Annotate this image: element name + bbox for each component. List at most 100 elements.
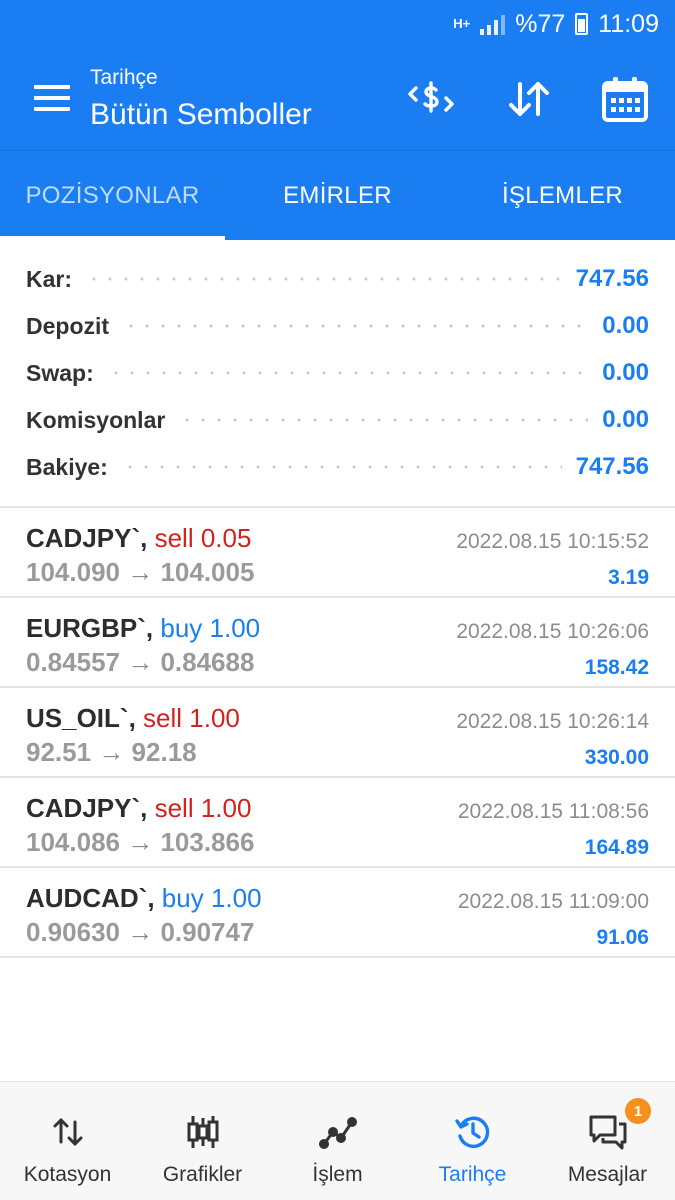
deal-prices: 0.84557 → 0.84688 — [26, 647, 254, 678]
nav-trade[interactable]: İşlem — [270, 1082, 405, 1200]
summary-label: Swap: — [26, 359, 94, 386]
open-price: 104.090 — [26, 557, 120, 587]
deal-type: sell — [154, 793, 194, 823]
history-icon — [453, 1112, 493, 1152]
sort-icon[interactable] — [504, 74, 554, 124]
deal-type: sell — [143, 703, 183, 733]
summary-label: Depozit — [26, 312, 110, 339]
summary-value: 0.00 — [602, 406, 649, 433]
deal-symbol: CADJPY`, — [26, 793, 148, 823]
close-price: 104.005 — [160, 557, 255, 587]
summary-row-deposit: Depozit 0.00 — [26, 306, 649, 346]
nav-label: Tarihçe — [438, 1163, 507, 1186]
deal-volume: 1.00 — [200, 793, 252, 823]
header-title[interactable]: Bütün Semboller — [90, 98, 312, 132]
nav-label: Kotasyon — [23, 1163, 112, 1186]
deal-volume: 1.00 — [210, 883, 262, 913]
deal-symbol: US_OIL`, — [26, 703, 136, 733]
close-price: 0.84688 — [160, 647, 255, 677]
dotted-leader — [123, 324, 589, 328]
deal-symbol-line: CADJPY`, sell 0.05 — [26, 523, 251, 554]
open-price: 0.90630 — [26, 917, 120, 947]
battery-icon — [575, 13, 589, 35]
battery-level: %77 — [515, 9, 566, 38]
deal-row[interactable]: EURGBP`, buy 1.00 0.84557 → 0.84688 2022… — [0, 598, 675, 688]
deal-type: buy — [160, 613, 203, 643]
deal-profit: 330.00 — [584, 746, 649, 769]
deal-profit: 3.19 — [608, 566, 649, 589]
deal-volume: 1.00 — [209, 613, 261, 643]
deal-volume: 1.00 — [189, 703, 240, 733]
summary-row-swap: Swap: 0.00 — [26, 353, 649, 393]
calendar-icon[interactable] — [600, 74, 650, 124]
open-price: 0.84557 — [26, 647, 120, 677]
deal-profit: 158.42 — [584, 656, 649, 679]
deal-type: sell — [154, 523, 194, 553]
arrow-right-icon: → — [127, 647, 154, 677]
nav-label: Mesajlar — [567, 1163, 648, 1186]
nav-label: İşlem — [312, 1163, 363, 1186]
deal-symbol-line: EURGBP`, buy 1.00 — [26, 613, 260, 644]
summary-label: Komisyonlar — [26, 406, 166, 433]
arrow-right-icon: → — [98, 737, 125, 767]
nav-label: Grafikler — [162, 1163, 243, 1186]
status-bar: H+ %77 11:09 — [0, 0, 675, 48]
nav-history[interactable]: Tarihçe — [405, 1082, 540, 1200]
deal-time: 2022.08.15 10:15:52 — [456, 530, 649, 553]
summary-row-commission: Komisyonlar 0.00 — [26, 400, 649, 440]
deal-symbol-line: AUDCAD`, buy 1.00 — [26, 883, 262, 914]
deal-row[interactable]: CADJPY`, sell 0.05 104.090 → 104.005 202… — [0, 508, 675, 598]
close-price: 0.90747 — [160, 917, 255, 947]
currency-exchange-icon[interactable] — [406, 74, 456, 124]
tab-deals[interactable]: İŞLEMLER — [450, 151, 675, 240]
app-header: Tarihçe Bütün Semboller — [0, 48, 675, 150]
open-price: 104.086 — [26, 827, 120, 857]
summary-label: Kar: — [26, 265, 73, 292]
arrow-right-icon: → — [127, 557, 154, 587]
network-type: H+ — [453, 16, 471, 31]
unread-badge: 1 — [625, 1098, 651, 1124]
charts-icon — [183, 1112, 223, 1152]
tab-orders[interactable]: EMİRLER — [225, 151, 450, 240]
deal-row[interactable]: AUDCAD`, buy 1.00 0.90630 → 0.90747 2022… — [0, 868, 675, 958]
deal-prices: 0.90630 → 0.90747 — [26, 917, 254, 948]
nav-messages[interactable]: 1 Mesajlar — [540, 1082, 675, 1200]
messages-icon — [588, 1112, 628, 1152]
summary-value: 747.56 — [575, 453, 649, 480]
tab-bar: POZİSYONLAR EMİRLER İŞLEMLER — [0, 150, 675, 240]
deal-symbol: AUDCAD`, — [26, 883, 155, 913]
summary-value: 747.56 — [575, 265, 649, 292]
dotted-leader — [179, 418, 589, 422]
summary-value: 0.00 — [602, 359, 649, 386]
nav-charts[interactable]: Grafikler — [135, 1082, 270, 1200]
arrow-right-icon: → — [127, 827, 154, 857]
signal-icon — [480, 13, 506, 35]
summary-panel: Kar: 747.56 Depozit 0.00 Swap: 0.00 Komi… — [0, 240, 675, 508]
deal-row[interactable]: US_OIL`, sell 1.00 92.51 → 92.18 2022.08… — [0, 688, 675, 778]
deal-profit: 91.06 — [596, 926, 649, 949]
open-price: 92.51 — [26, 737, 92, 767]
summary-label: Bakiye: — [26, 453, 108, 480]
trade-icon — [318, 1112, 358, 1152]
deal-volume: 0.05 — [200, 523, 252, 553]
close-price: 103.866 — [160, 827, 255, 857]
deal-time: 2022.08.15 11:08:56 — [457, 800, 649, 823]
quotes-icon — [48, 1112, 88, 1152]
nav-quotes[interactable]: Kotasyon — [0, 1082, 135, 1200]
tab-positions[interactable]: POZİSYONLAR — [0, 151, 225, 240]
header-subtitle: Tarihçe — [90, 66, 158, 89]
deal-profit: 164.89 — [584, 836, 649, 859]
deal-prices: 92.51 → 92.18 — [26, 737, 197, 768]
deal-prices: 104.086 → 103.866 — [26, 827, 254, 858]
summary-value: 0.00 — [602, 312, 649, 339]
deal-symbol-line: CADJPY`, sell 1.00 — [26, 793, 251, 824]
arrow-right-icon: → — [127, 917, 154, 947]
clock: 11:09 — [598, 9, 659, 38]
deal-row[interactable]: CADJPY`, sell 1.00 104.086 → 103.866 202… — [0, 778, 675, 868]
bottom-nav: Kotasyon Grafikler İşlem Tarihçe 1 Mesaj… — [0, 1081, 675, 1200]
summary-row-profit: Kar: 747.56 — [26, 259, 649, 299]
deal-symbol-line: US_OIL`, sell 1.00 — [26, 703, 240, 734]
menu-icon[interactable] — [34, 85, 70, 111]
deal-prices: 104.090 → 104.005 — [26, 557, 254, 588]
deal-time: 2022.08.15 10:26:14 — [456, 710, 649, 733]
